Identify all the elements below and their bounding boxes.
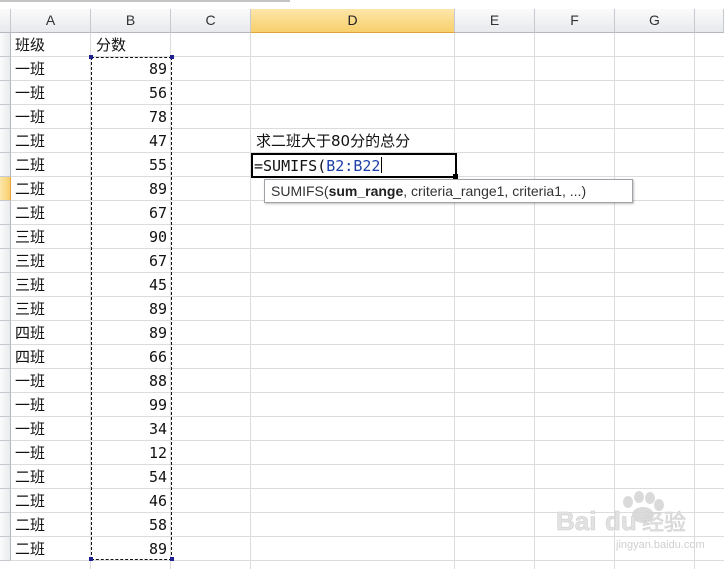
class-cell[interactable]: 一班 bbox=[15, 57, 45, 81]
row-header[interactable] bbox=[0, 345, 11, 369]
class-cell[interactable]: 二班 bbox=[15, 201, 45, 225]
class-cell[interactable]: 四班 bbox=[15, 345, 45, 369]
row-header[interactable] bbox=[0, 225, 11, 249]
row-header[interactable] bbox=[0, 417, 11, 441]
column-header-a[interactable]: A bbox=[11, 9, 91, 33]
row-header[interactable] bbox=[0, 249, 11, 273]
formula-prefix: =SUMIFS( bbox=[254, 157, 327, 175]
column-header-g[interactable]: G bbox=[615, 9, 695, 33]
row-header[interactable] bbox=[0, 273, 11, 297]
class-cell[interactable]: 一班 bbox=[15, 417, 45, 441]
tooltip-function-name[interactable]: SUMIFS( bbox=[271, 183, 329, 199]
text-caret bbox=[381, 157, 383, 173]
class-cell[interactable]: 三班 bbox=[15, 225, 45, 249]
function-argument-tooltip[interactable]: SUMIFS(sum_range, criteria_range1, crite… bbox=[264, 179, 633, 203]
class-cell[interactable]: 四班 bbox=[15, 321, 45, 345]
range-handle-tr[interactable] bbox=[170, 55, 174, 59]
row-header[interactable] bbox=[0, 537, 11, 561]
tooltip-current-argument[interactable]: sum_range bbox=[329, 183, 404, 199]
class-cell[interactable]: 二班 bbox=[15, 465, 45, 489]
class-cell[interactable]: 一班 bbox=[15, 81, 45, 105]
watermark-cn: 经验 bbox=[642, 511, 686, 536]
column-header-f[interactable]: F bbox=[535, 9, 615, 33]
watermark-logo-2: du bbox=[605, 506, 637, 536]
class-cell[interactable]: 二班 bbox=[15, 537, 45, 561]
range-handle-tl[interactable] bbox=[89, 55, 93, 59]
class-cell[interactable]: 一班 bbox=[15, 369, 45, 393]
watermark-url: jingyan.baidu.com bbox=[615, 539, 705, 551]
row-header[interactable] bbox=[0, 201, 11, 225]
row-header[interactable] bbox=[0, 441, 11, 465]
class-cell[interactable]: 一班 bbox=[15, 105, 45, 129]
row-header[interactable] bbox=[0, 369, 11, 393]
class-cell[interactable]: 三班 bbox=[15, 297, 45, 321]
formula-range-reference: B2:B22 bbox=[326, 157, 381, 175]
row-header[interactable] bbox=[0, 489, 11, 513]
formula-editor[interactable]: =SUMIFS(B2:B22 bbox=[254, 154, 383, 177]
select-all-corner[interactable] bbox=[0, 9, 11, 33]
class-cell[interactable]: 二班 bbox=[15, 129, 45, 153]
baidu-jingyan-watermark: Bai du 经验 jingyan.baidu.com bbox=[556, 491, 705, 551]
row-header[interactable] bbox=[0, 33, 11, 57]
row-header[interactable] bbox=[0, 297, 11, 321]
row-header[interactable] bbox=[0, 393, 11, 417]
row-header[interactable] bbox=[0, 81, 11, 105]
column-header-d[interactable]: D bbox=[251, 9, 455, 33]
header-cell-class[interactable]: 班级 bbox=[15, 33, 45, 57]
column-header-b[interactable]: B bbox=[91, 9, 171, 33]
row-header[interactable] bbox=[0, 129, 11, 153]
range-handle-br[interactable] bbox=[170, 557, 174, 561]
row-header[interactable] bbox=[0, 153, 11, 177]
tooltip-remaining-args[interactable]: , criteria_range1, criteria1, ...) bbox=[403, 183, 586, 199]
row-header[interactable] bbox=[0, 177, 11, 201]
note-cell-d4[interactable]: 求二班大于80分的总分 bbox=[256, 129, 410, 153]
class-cell[interactable]: 三班 bbox=[15, 273, 45, 297]
row-header[interactable] bbox=[0, 321, 11, 345]
watermark-logo: Bai bbox=[556, 506, 596, 536]
row-header[interactable] bbox=[0, 57, 11, 81]
class-cell[interactable]: 二班 bbox=[15, 153, 45, 177]
column-header-overflow[interactable] bbox=[695, 9, 724, 33]
row-header[interactable] bbox=[0, 513, 11, 537]
column-header-c[interactable]: C bbox=[171, 9, 251, 33]
range-handle-bl[interactable] bbox=[89, 557, 93, 561]
column-header-e[interactable]: E bbox=[455, 9, 535, 33]
class-cell[interactable]: 一班 bbox=[15, 441, 45, 465]
class-cell[interactable]: 一班 bbox=[15, 393, 45, 417]
row-header[interactable] bbox=[0, 465, 11, 489]
header-cell-score[interactable]: 分数 bbox=[96, 33, 126, 57]
class-cell[interactable]: 二班 bbox=[15, 489, 45, 513]
class-cell[interactable]: 二班 bbox=[15, 513, 45, 537]
class-cell[interactable]: 二班 bbox=[15, 177, 45, 201]
copy-marquee-b2-b22 bbox=[91, 57, 172, 560]
class-cell[interactable]: 三班 bbox=[15, 249, 45, 273]
row-header[interactable] bbox=[0, 105, 11, 129]
